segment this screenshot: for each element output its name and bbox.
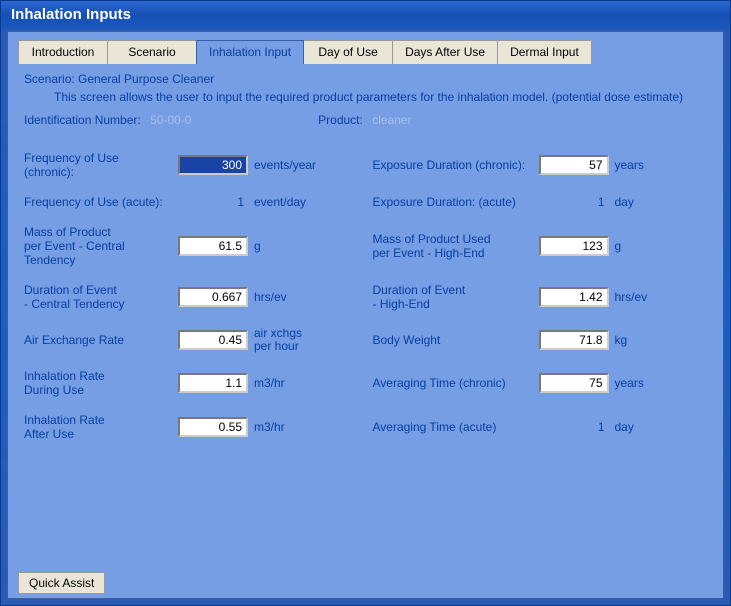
- unit-averaging-time-chronic: years: [615, 377, 675, 390]
- label-averaging-time-chronic: Averaging Time (chronic): [373, 376, 533, 390]
- label-body-weight: Body Weight: [373, 333, 533, 347]
- unit-duration-central: hrs/ev: [254, 291, 314, 304]
- unit-exposure-duration-acute: day: [615, 196, 675, 209]
- quick-assist-bar: Quick Assist: [18, 572, 105, 594]
- param-duration-central: Duration of Event - Central Tendency hrs…: [24, 283, 359, 311]
- input-mass-high-end[interactable]: [539, 236, 609, 256]
- input-duration-high-end[interactable]: [539, 287, 609, 307]
- param-averaging-time-chronic: Averaging Time (chronic) years: [373, 369, 708, 397]
- label-mass-high-end: Mass of Product Used per Event - High-En…: [373, 232, 533, 260]
- form-body: Scenario: General Purpose Cleaner This s…: [18, 64, 713, 449]
- tab-day-of-use[interactable]: Day of Use: [303, 40, 393, 64]
- input-mass-central[interactable]: [178, 236, 248, 256]
- tab-dermal-input[interactable]: Dermal Input: [497, 40, 592, 64]
- label-duration-high-end: Duration of Event - High-End: [373, 283, 533, 311]
- title-bar: Inhalation Inputs: [1, 1, 730, 29]
- input-body-weight[interactable]: [539, 330, 609, 350]
- label-inhalation-rate-during: Inhalation Rate During Use: [24, 369, 172, 397]
- input-frequency-chronic[interactable]: [178, 155, 248, 175]
- label-averaging-time-acute: Averaging Time (acute): [373, 420, 533, 434]
- param-frequency-chronic: Frequency of Use (chronic): events/year: [24, 151, 359, 179]
- param-air-exchange-rate: Air Exchange Rate air xchgs per hour: [24, 327, 359, 353]
- value-frequency-acute: 1: [178, 195, 248, 209]
- input-inhalation-rate-after[interactable]: [178, 417, 248, 437]
- content-area: Introduction Scenario Inhalation Input D…: [7, 31, 724, 599]
- unit-body-weight: kg: [615, 334, 675, 347]
- unit-mass-high-end: g: [615, 240, 675, 253]
- help-text: This screen allows the user to input the…: [54, 90, 707, 105]
- label-duration-central: Duration of Event - Central Tendency: [24, 283, 172, 311]
- label-frequency-chronic: Frequency of Use (chronic):: [24, 151, 172, 179]
- tab-introduction[interactable]: Introduction: [18, 40, 108, 64]
- param-frequency-acute: Frequency of Use (acute): 1 event/day: [24, 195, 359, 209]
- tab-strip: Introduction Scenario Inhalation Input D…: [18, 40, 713, 64]
- label-exposure-duration-acute: Exposure Duration: (acute): [373, 195, 533, 209]
- value-identification-number: 50-00-0: [150, 113, 191, 127]
- label-identification-number: Identification Number:: [24, 113, 141, 127]
- unit-averaging-time-acute: day: [615, 421, 675, 434]
- unit-mass-central: g: [254, 240, 314, 253]
- window-root: Inhalation Inputs Introduction Scenario …: [0, 0, 731, 606]
- unit-exposure-duration-chronic: years: [615, 159, 675, 172]
- value-averaging-time-acute: 1: [539, 420, 609, 434]
- label-exposure-duration-chronic: Exposure Duration (chronic):: [373, 158, 533, 172]
- label-product: Product:: [318, 113, 363, 127]
- tab-days-after-use[interactable]: Days After Use: [392, 40, 498, 64]
- label-frequency-acute: Frequency of Use (acute):: [24, 195, 172, 209]
- scenario-label: Scenario: General Purpose Cleaner: [24, 72, 707, 86]
- param-body-weight: Body Weight kg: [373, 327, 708, 353]
- tab-inhalation-input[interactable]: Inhalation Input: [196, 40, 304, 64]
- label-inhalation-rate-after: Inhalation Rate After Use: [24, 413, 172, 441]
- param-exposure-duration-chronic: Exposure Duration (chronic): years: [373, 151, 708, 179]
- param-inhalation-rate-during: Inhalation Rate During Use m3/hr: [24, 369, 359, 397]
- param-exposure-duration-acute: Exposure Duration: (acute) 1 day: [373, 195, 708, 209]
- input-air-exchange-rate[interactable]: [178, 330, 248, 350]
- tab-scenario[interactable]: Scenario: [107, 40, 197, 64]
- label-air-exchange-rate: Air Exchange Rate: [24, 333, 172, 347]
- input-duration-central[interactable]: [178, 287, 248, 307]
- value-exposure-duration-acute: 1: [539, 195, 609, 209]
- input-inhalation-rate-during[interactable]: [178, 373, 248, 393]
- unit-inhalation-rate-after: m3/hr: [254, 421, 314, 434]
- unit-frequency-chronic: events/year: [254, 159, 316, 172]
- param-mass-central: Mass of Product per Event - Central Tend…: [24, 225, 359, 267]
- label-mass-central: Mass of Product per Event - Central Tend…: [24, 225, 172, 267]
- quick-assist-button[interactable]: Quick Assist: [18, 572, 105, 594]
- unit-air-exchange-rate: air xchgs per hour: [254, 327, 314, 353]
- unit-frequency-acute: event/day: [254, 196, 314, 209]
- input-averaging-time-chronic[interactable]: [539, 373, 609, 393]
- unit-inhalation-rate-during: m3/hr: [254, 377, 314, 390]
- param-mass-high-end: Mass of Product Used per Event - High-En…: [373, 225, 708, 267]
- window-title: Inhalation Inputs: [11, 6, 131, 23]
- identification-row: Identification Number: 50-00-0 Product: …: [24, 113, 707, 127]
- value-product: cleaner: [372, 113, 411, 127]
- param-inhalation-rate-after: Inhalation Rate After Use m3/hr: [24, 413, 359, 441]
- param-duration-high-end: Duration of Event - High-End hrs/ev: [373, 283, 708, 311]
- param-averaging-time-acute: Averaging Time (acute) 1 day: [373, 413, 708, 441]
- input-exposure-duration-chronic[interactable]: [539, 155, 609, 175]
- unit-duration-high-end: hrs/ev: [615, 291, 675, 304]
